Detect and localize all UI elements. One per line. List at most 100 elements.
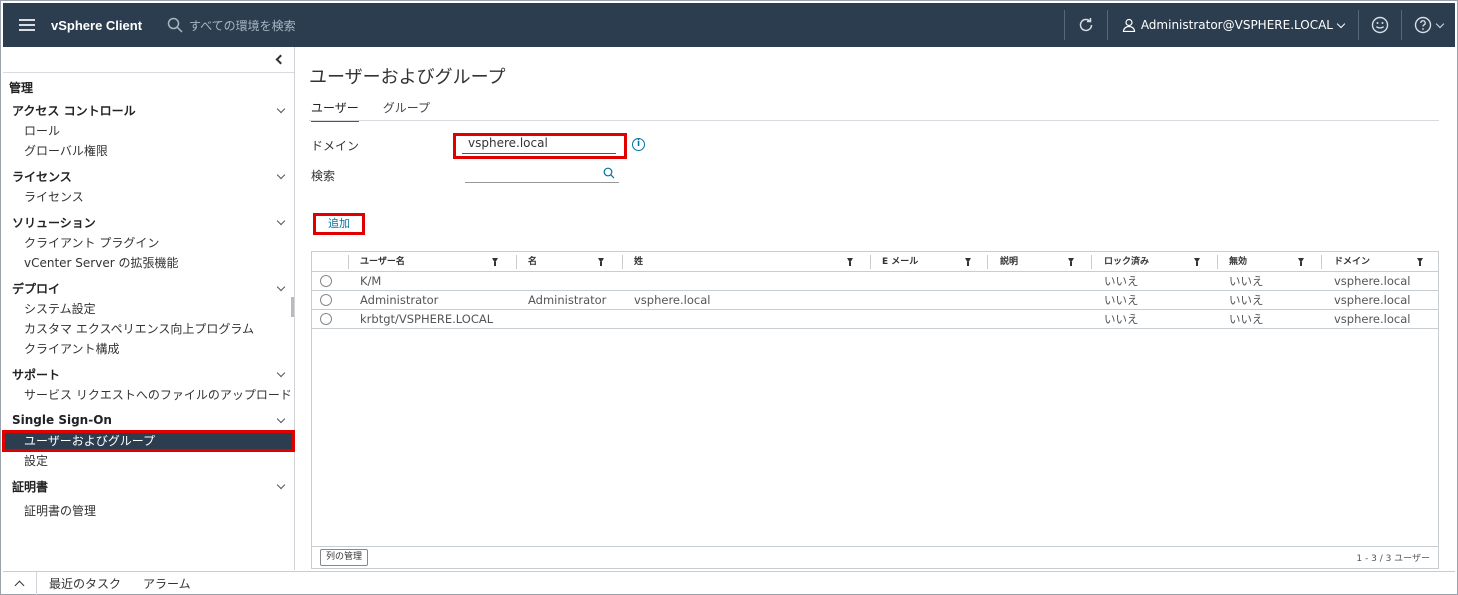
global-search[interactable]: すべての環境を検索 [167, 17, 667, 34]
row-select-radio[interactable] [320, 313, 332, 325]
search-icon [603, 167, 615, 179]
table-row[interactable]: Administrator Administrator vsphere.loca… [312, 291, 1438, 310]
search-label: 検索 [311, 169, 336, 183]
filter-icon[interactable] [1298, 258, 1304, 266]
domain-label: ドメイン [311, 139, 360, 153]
sidebar-item-licenses[interactable]: ライセンス [3, 187, 294, 207]
sidebar-item-sso-settings[interactable]: 設定 [3, 451, 294, 471]
chevron-left-icon[interactable] [275, 54, 286, 65]
sidebar-item-system-config[interactable]: システム設定 [3, 299, 294, 319]
tab-groups[interactable]: グループ [383, 99, 430, 122]
refresh-button[interactable] [1065, 3, 1107, 47]
user-menu[interactable]: Administrator@VSPHERE.LOCAL [1108, 3, 1358, 47]
chevron-down-icon [276, 216, 286, 225]
filter-icon[interactable] [1068, 258, 1074, 266]
sidebar-item-upload-file[interactable]: サービス リクエストへのファイルのアップロード [3, 385, 294, 405]
section-certificates[interactable]: 証明書 [3, 475, 294, 497]
sidebar-item-roles[interactable]: ロール [3, 121, 294, 141]
main-content: ユーザーおよびグループ ユーザー グループ ドメイン vsphere.local… [297, 47, 1453, 570]
sidebar-item-cert-management[interactable]: 証明書の管理 [3, 501, 294, 521]
section-sso[interactable]: Single Sign-On [3, 409, 294, 431]
section-deploy[interactable]: デプロイ [3, 277, 294, 299]
smiley-icon [1371, 16, 1389, 34]
cell-disabled: いいえ [1229, 312, 1264, 326]
chevron-down-icon [1435, 19, 1445, 28]
cell-locked: いいえ [1104, 312, 1139, 326]
chevron-down-icon [276, 480, 286, 489]
sidebar-collapse-bar [3, 47, 294, 73]
section-access-control[interactable]: アクセス コントロール [3, 99, 294, 121]
row-select-radio[interactable] [320, 294, 332, 306]
filter-icon[interactable] [965, 258, 971, 266]
cell-domain: vsphere.local [1334, 274, 1411, 288]
cell-locked: いいえ [1104, 293, 1139, 307]
cell-domain: vsphere.local [1334, 293, 1411, 307]
col-header-locked[interactable]: ロック済み [1104, 252, 1149, 272]
search-placeholder: すべての環境を検索 [189, 18, 296, 33]
chevron-down-icon [276, 170, 286, 179]
cell-domain: vsphere.local [1334, 312, 1411, 326]
tab-users[interactable]: ユーザー [311, 99, 359, 122]
section-solutions[interactable]: ソリューション [3, 211, 294, 233]
app-title: vSphere Client [51, 17, 143, 33]
sidebar-item-vcenter-extensions[interactable]: vCenter Server の拡張機能 [3, 253, 294, 273]
filter-icon[interactable] [598, 258, 604, 266]
filter-icon[interactable] [847, 258, 853, 266]
chevron-up-icon[interactable] [3, 571, 37, 595]
help-menu[interactable] [1402, 3, 1455, 47]
domain-select[interactable]: vsphere.local [462, 136, 616, 154]
menu-icon[interactable] [9, 3, 45, 47]
filter-icon[interactable] [492, 258, 498, 266]
page-title: ユーザーおよびグループ [309, 67, 506, 88]
recent-tasks-tab[interactable]: 最近のタスク [49, 575, 121, 592]
cell-last-name: vsphere.local [634, 293, 711, 307]
section-support[interactable]: サポート [3, 363, 294, 385]
sidebar-item-ceip[interactable]: カスタマ エクスペリエンス向上プログラム [3, 319, 294, 339]
cell-disabled: いいえ [1229, 293, 1264, 307]
sidebar-scrollbar[interactable] [291, 297, 294, 317]
col-header-email[interactable]: E メール [882, 252, 918, 272]
add-user-button[interactable]: 追加 [313, 213, 365, 235]
cell-username: K/M [360, 274, 382, 288]
tabs-divider [309, 120, 1439, 121]
filter-icon[interactable] [1417, 258, 1423, 266]
filter-icon[interactable] [1194, 258, 1200, 266]
cell-disabled: いいえ [1229, 274, 1264, 288]
col-header-disabled[interactable]: 無効 [1229, 252, 1247, 272]
sidebar-item-global-permissions[interactable]: グローバル権限 [3, 141, 294, 161]
col-header-last-name[interactable]: 姓 [634, 252, 643, 272]
sidebar-item-users-groups[interactable]: ユーザーおよびグループ [2, 430, 295, 452]
row-select-radio[interactable] [320, 275, 332, 287]
chevron-down-icon [1336, 19, 1346, 28]
user-icon [1122, 18, 1135, 32]
chevron-down-icon [276, 368, 286, 377]
cell-locked: いいえ [1104, 274, 1139, 288]
cell-first-name: Administrator [528, 293, 607, 307]
alarms-tab[interactable]: アラーム [143, 575, 191, 592]
col-header-username[interactable]: ユーザー名 [360, 252, 405, 272]
sidebar: 管理 アクセス コントロール ロール グローバル権限 ライセンス ライセンス ソ… [2, 47, 295, 570]
info-icon[interactable]: i [632, 138, 645, 151]
sidebar-item-client-config[interactable]: クライアント構成 [3, 339, 294, 359]
sidebar-root-title: 管理 [9, 81, 34, 95]
sidebar-item-client-plugins[interactable]: クライアント プラグイン [3, 233, 294, 253]
tab-bar: ユーザー グループ [311, 99, 430, 122]
col-header-first-name[interactable]: 名 [528, 252, 537, 272]
search-icon [167, 17, 183, 33]
col-header-description[interactable]: 説明 [1000, 252, 1018, 272]
user-search-input[interactable] [465, 167, 619, 183]
help-icon [1414, 16, 1432, 34]
section-licenses[interactable]: ライセンス [3, 165, 294, 187]
grid-header: ユーザー名 名 姓 E メール 説明 ロック済み 無効 ドメイン [312, 252, 1438, 272]
chevron-down-icon [276, 414, 286, 423]
users-grid: ユーザー名 名 姓 E メール 説明 ロック済み 無効 ドメイン K/M いいえ… [311, 251, 1439, 569]
cell-username: Administrator [360, 293, 439, 307]
manage-columns-button[interactable]: 列の管理 [320, 549, 369, 566]
chevron-down-icon [276, 282, 286, 291]
feedback-button[interactable] [1359, 3, 1401, 47]
table-row[interactable]: krbtgt/VSPHERE.LOCAL いいえ いいえ vsphere.loc… [312, 310, 1438, 329]
top-header: vSphere Client すべての環境を検索 Administrator@V… [3, 3, 1455, 47]
table-row[interactable]: K/M いいえ いいえ vsphere.local [312, 272, 1438, 291]
chevron-down-icon [276, 104, 286, 113]
col-header-domain[interactable]: ドメイン [1334, 252, 1370, 272]
